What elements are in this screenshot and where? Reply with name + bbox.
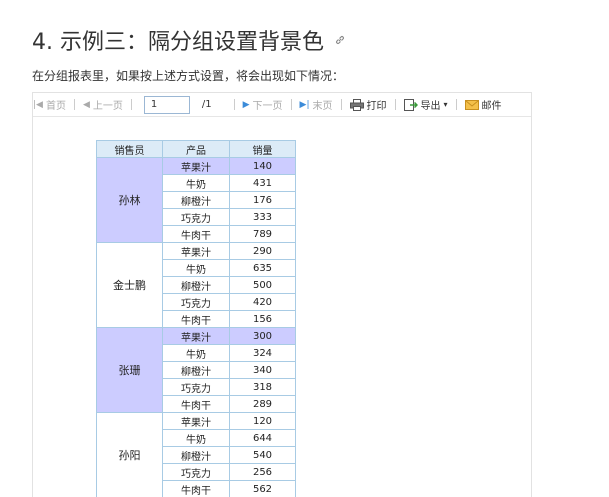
printer-icon: [349, 98, 364, 111]
sales-cell: 318: [229, 378, 296, 396]
product-cell: 柳橙汁: [162, 191, 230, 209]
intro-text: 在分组报表里，如果按上述方式设置，将会出现如下情况：: [32, 69, 345, 83]
table-row: 孙林 苹果汁 140: [96, 157, 296, 243]
toolbar-divider: [340, 99, 342, 110]
first-page-button[interactable]: |◀ 首页: [33, 96, 66, 114]
product-cell: 巧克力: [162, 463, 230, 481]
product-cell: 牛奶: [162, 259, 230, 277]
product-cell: 苹果汁: [162, 157, 230, 175]
table-header-row: 销售员 产品 销量: [96, 140, 296, 158]
toolbar-divider: [290, 99, 292, 110]
last-page-label: 末页: [312, 101, 333, 112]
product-cell: 苹果汁: [162, 327, 230, 345]
toolbar-divider: [394, 99, 396, 110]
seller-cell: 孙阳: [96, 412, 163, 497]
product-cell: 苹果汁: [162, 242, 230, 260]
last-page-button[interactable]: ▶| 末页: [300, 96, 333, 114]
header-sales: 销量: [229, 140, 296, 158]
prev-page-button[interactable]: ◀ 上一页: [83, 96, 123, 114]
report-toolbar: |◀ 首页 ◀ 上一页 /1 ▶ 下一页 ▶| 末页 打印: [33, 93, 531, 117]
sales-cell: 431: [229, 174, 296, 192]
first-page-label: 首页: [45, 101, 66, 112]
sales-cell: 789: [229, 225, 296, 243]
anchor-link-icon[interactable]: [334, 34, 346, 46]
product-cell: 牛肉干: [162, 395, 230, 413]
sales-cell: 644: [229, 429, 296, 447]
prev-page-icon: ◀: [82, 99, 90, 110]
sales-cell: 500: [229, 276, 296, 294]
seller-cell: 孙林: [96, 157, 163, 243]
first-page-icon: |◀: [33, 99, 43, 110]
page-total: /1: [201, 99, 212, 110]
product-cell: 柳橙汁: [162, 446, 230, 464]
sales-cell: 140: [229, 157, 296, 175]
export-button[interactable]: 导出 ▾: [403, 96, 448, 114]
product-cell: 柳橙汁: [162, 361, 230, 379]
last-page-icon: ▶|: [299, 99, 310, 110]
sales-cell: 120: [229, 412, 296, 430]
export-label: 导出: [420, 101, 441, 112]
sales-cell: 289: [229, 395, 296, 413]
product-cell: 柳橙汁: [162, 276, 230, 294]
sales-cell: 300: [229, 327, 296, 345]
print-label: 打印: [366, 101, 387, 112]
toolbar-divider: [130, 99, 132, 110]
seller-cell: 金士鹏: [96, 242, 163, 328]
page-number-input[interactable]: [143, 95, 190, 114]
sales-cell: 324: [229, 344, 296, 362]
product-cell: 苹果汁: [162, 412, 230, 430]
prev-page-label: 上一页: [92, 101, 123, 112]
report-viewer: |◀ 首页 ◀ 上一页 /1 ▶ 下一页 ▶| 末页 打印: [32, 92, 532, 497]
heading-text: 4. 示例三：隔分组设置背景色: [32, 30, 324, 55]
table-row: 金士鹏 苹果汁 290: [96, 242, 296, 328]
product-cell: 牛肉干: [162, 310, 230, 328]
sales-cell: 156: [229, 310, 296, 328]
sales-cell: 256: [229, 463, 296, 481]
page-heading: 4. 示例三：隔分组设置背景色: [32, 24, 346, 56]
table-row: 张珊 苹果汁 300: [96, 327, 296, 413]
sales-cell: 333: [229, 208, 296, 226]
toolbar-divider: [73, 99, 75, 110]
seller-cell: 张珊: [96, 327, 163, 413]
mail-button[interactable]: 邮件: [464, 96, 502, 114]
export-icon: [403, 98, 418, 111]
sales-cell: 420: [229, 293, 296, 311]
sales-cell: 176: [229, 191, 296, 209]
print-button[interactable]: 打印: [349, 96, 387, 114]
product-cell: 巧克力: [162, 378, 230, 396]
product-cell: 牛肉干: [162, 480, 230, 497]
sales-cell: 340: [229, 361, 296, 379]
sales-cell: 290: [229, 242, 296, 260]
toolbar-divider: [455, 99, 457, 110]
sales-cell: 562: [229, 480, 296, 497]
table-body: 孙林 苹果汁 140 牛奶 431 柳橙汁 176 巧克力 333 牛肉干 789 金士鹏 苹果汁 290…: [96, 157, 296, 497]
product-cell: 牛奶: [162, 429, 230, 447]
product-cell: 牛奶: [162, 344, 230, 362]
header-product: 产品: [162, 140, 230, 158]
product-cell: 巧克力: [162, 293, 230, 311]
product-cell: 牛肉干: [162, 225, 230, 243]
product-cell: 巧克力: [162, 208, 230, 226]
next-page-icon: ▶: [242, 99, 250, 110]
mail-icon: [464, 99, 479, 111]
product-cell: 牛奶: [162, 174, 230, 192]
next-page-button[interactable]: ▶ 下一页: [243, 96, 283, 114]
sales-cell: 540: [229, 446, 296, 464]
sales-cell: 635: [229, 259, 296, 277]
header-seller: 销售员: [96, 140, 163, 158]
table-row: 孙阳 苹果汁 120: [96, 412, 296, 497]
chevron-down-icon: ▾: [443, 100, 448, 109]
grouped-sales-table: 销售员 产品 销量 孙林 苹果汁 140 牛奶 431 柳橙汁 176 巧克力 333 牛肉干 78…: [96, 140, 296, 497]
next-page-label: 下一页: [252, 101, 283, 112]
toolbar-divider: [233, 99, 235, 110]
mail-label: 邮件: [481, 101, 502, 112]
